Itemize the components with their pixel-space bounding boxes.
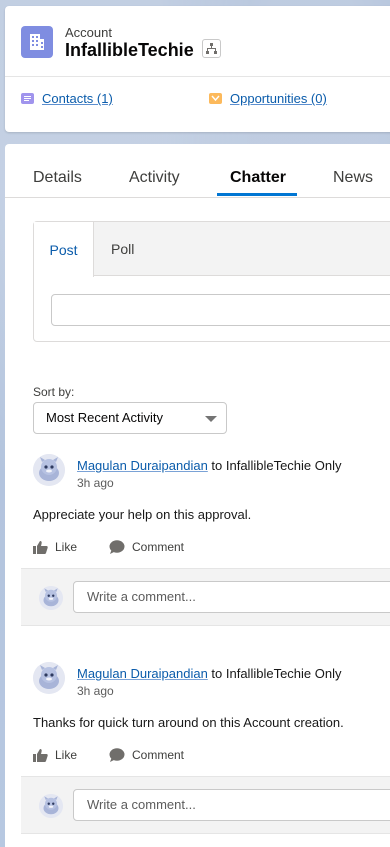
tab-details[interactable]: Details bbox=[33, 169, 82, 187]
sort-value: Most Recent Activity bbox=[46, 410, 164, 425]
post-target: to InfallibleTechie Only bbox=[207, 458, 342, 473]
post-timestamp[interactable]: 3h ago bbox=[77, 476, 114, 490]
comment-input[interactable]: Write a comment... bbox=[73, 789, 390, 821]
contacts-icon bbox=[21, 93, 34, 104]
avatar bbox=[39, 794, 63, 818]
hierarchy-icon bbox=[206, 43, 217, 54]
comment-icon bbox=[109, 540, 125, 554]
tab-activity[interactable]: Activity bbox=[129, 169, 180, 187]
tabset-card: Details Activity Chatter News Post Poll … bbox=[5, 144, 390, 847]
like-label: Like bbox=[55, 748, 78, 762]
avatar[interactable] bbox=[33, 454, 65, 486]
sort-label: Sort by: bbox=[33, 385, 75, 399]
publisher-tab-post[interactable]: Post bbox=[34, 222, 94, 277]
comment-composer: Write a comment... bbox=[21, 568, 390, 626]
related-link-label: Contacts (1) bbox=[42, 91, 113, 106]
object-label: Account bbox=[65, 25, 112, 40]
account-icon bbox=[21, 26, 53, 58]
publisher-tab-poll[interactable]: Poll bbox=[111, 241, 134, 257]
comment-label: Comment bbox=[132, 540, 185, 554]
like-label: Like bbox=[55, 540, 78, 554]
post-target: to InfallibleTechie Only bbox=[207, 666, 342, 681]
comment-button[interactable]: Comment bbox=[109, 540, 184, 554]
related-link-opportunities[interactable]: Opportunities (0) bbox=[209, 91, 327, 106]
comment-button[interactable]: Comment bbox=[109, 748, 184, 762]
post-input[interactable] bbox=[51, 294, 390, 326]
record-tabs: Details Activity Chatter News bbox=[5, 144, 390, 198]
post-timestamp[interactable]: 3h ago bbox=[77, 684, 114, 698]
related-link-label: Opportunities (0) bbox=[230, 91, 327, 106]
related-link-contacts[interactable]: Contacts (1) bbox=[21, 91, 113, 106]
comment-composer: Write a comment... bbox=[21, 776, 390, 834]
avatar bbox=[39, 586, 63, 610]
like-button[interactable]: Like bbox=[33, 540, 77, 554]
comment-input[interactable]: Write a comment... bbox=[73, 581, 390, 613]
post-body: Thanks for quick turn around on this Acc… bbox=[33, 715, 344, 730]
like-button[interactable]: Like bbox=[33, 748, 77, 762]
like-icon bbox=[33, 748, 48, 762]
opportunities-icon bbox=[209, 93, 222, 104]
author-link[interactable]: Magulan Duraipandian bbox=[77, 458, 208, 473]
avatar[interactable] bbox=[33, 662, 65, 694]
post-header: Magulan Duraipandian to InfallibleTechie… bbox=[77, 666, 342, 681]
header-divider bbox=[5, 76, 390, 77]
sort-select[interactable]: Most Recent Activity bbox=[33, 402, 227, 434]
post-body: Appreciate your help on this approval. bbox=[33, 507, 252, 522]
author-link[interactable]: Magulan Duraipandian bbox=[77, 666, 208, 681]
comment-icon bbox=[109, 748, 125, 762]
view-hierarchy-button[interactable] bbox=[202, 39, 221, 58]
tab-news[interactable]: News bbox=[333, 169, 373, 187]
chevron-down-icon bbox=[205, 416, 217, 422]
post-header: Magulan Duraipandian to InfallibleTechie… bbox=[77, 458, 342, 473]
record-header: Account InfallibleTechie Contacts (1) Op… bbox=[5, 6, 390, 132]
tab-chatter[interactable]: Chatter bbox=[230, 169, 286, 187]
like-icon bbox=[33, 540, 48, 554]
record-name: InfallibleTechie bbox=[65, 40, 194, 60]
chatter-publisher: Post Poll bbox=[33, 221, 390, 342]
comment-label: Comment bbox=[132, 748, 185, 762]
active-tab-indicator bbox=[217, 193, 297, 196]
